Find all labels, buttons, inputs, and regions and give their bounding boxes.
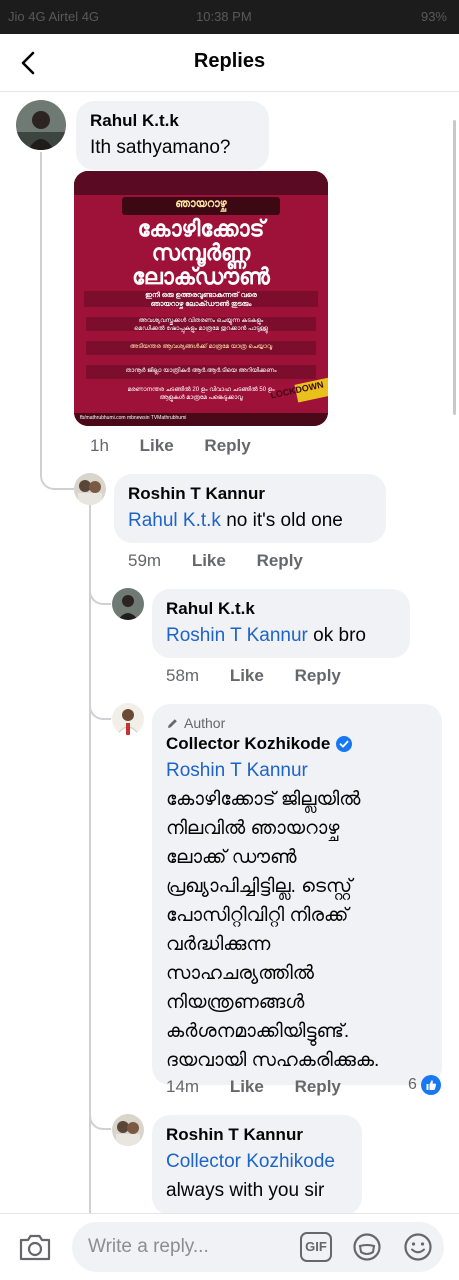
comment-actions: 58m Like Reply	[166, 666, 367, 686]
sticker-icon[interactable]	[352, 1232, 382, 1262]
comment-body: no it's old one	[220, 510, 343, 531]
comment-text: Roshin T Kannur ok bro	[166, 621, 396, 650]
comment-bubble: Roshin T Kannur Rahul K.t.k no it's old …	[114, 474, 386, 543]
thread-line	[89, 1110, 111, 1130]
like-button[interactable]: Like	[230, 666, 264, 685]
battery-text: 93%	[420, 9, 447, 24]
mention-link[interactable]: Rahul K.t.k	[128, 510, 221, 531]
status-bar: Jio 4G Airtel 4G 10:38 PM 93%	[0, 0, 459, 34]
comment-time: 58m	[166, 666, 200, 685]
comment-line: ദയവായി സഹകരിക്കുക.	[166, 1050, 380, 1071]
carrier-text: Jio 4G Airtel 4G	[8, 9, 100, 24]
reply-input[interactable]: Write a reply... GIF	[72, 1222, 444, 1272]
commenter-name[interactable]: Rahul K.t.k	[90, 109, 255, 133]
reply-button[interactable]: Reply	[295, 1077, 341, 1096]
like-button[interactable]: Like	[192, 551, 226, 570]
poster-rule-2: അടിയന്തര ആവശ്യങ്ങൾക്ക് മാത്രമേ യാത്ര ചെയ…	[129, 344, 273, 350]
clock-text: 10:38 PM	[196, 9, 252, 24]
poster-rule-3: താനൂർ ജില്ലാ യാത്രികർ ആർ.ആർ.ടിയെ അറിയിക്…	[125, 368, 277, 374]
comment-actions: 59m Like Reply	[128, 551, 329, 571]
poster-top-label: ഞായറാഴ്ച	[175, 198, 227, 210]
reaction-summary[interactable]: 6	[408, 1075, 441, 1095]
comment-line: ലോക്ക് ഡൗൺ	[166, 847, 297, 868]
reply-button[interactable]: Reply	[257, 551, 303, 570]
comment-text: Ith sathyamano?	[90, 137, 231, 158]
comment-line: സാഹചര്യത്തിൽ	[166, 963, 314, 984]
comment-line: വർദ്ധിക്കുന്ന	[166, 934, 271, 955]
comment-line: കോഴിക്കോട് ജില്ലയിൽ	[166, 789, 361, 810]
comment-line: പോസിറ്റിവിറ്റി നിരക്ക്	[166, 905, 349, 926]
reply-placeholder: Write a reply...	[88, 1236, 209, 1257]
avatar[interactable]	[16, 100, 66, 150]
thread-line	[89, 700, 111, 720]
comment-line: നിലവിൽ ഞായറാഴ്ച	[166, 818, 340, 839]
page-title: Replies	[193, 50, 266, 72]
commenter-name[interactable]: Roshin T Kannur	[128, 482, 372, 506]
camera-icon[interactable]	[18, 1232, 52, 1262]
reply-button[interactable]: Reply	[204, 436, 250, 455]
gif-icon: GIF	[305, 1239, 327, 1254]
comment-text: always with you sir	[166, 1180, 325, 1201]
avatar[interactable]	[74, 473, 106, 505]
mention-link[interactable]: Roshin T Kannur	[166, 756, 428, 785]
comment-bubble: Author Collector Kozhikode Roshin T Kann…	[152, 704, 442, 1085]
author-label: Author	[184, 715, 226, 731]
commenter-name-row: Collector Kozhikode	[166, 732, 428, 756]
commenter-name[interactable]: Roshin T Kannur	[166, 1123, 348, 1147]
verified-badge-icon	[336, 736, 353, 752]
comment-actions: 14m Like Reply	[166, 1077, 367, 1097]
header: Replies	[0, 34, 459, 92]
thread-line	[89, 585, 111, 605]
poster-rule-1b: മെഡിക്കൽ ഷോപ്പുകളും മാത്രമേ തുറക്കാൻ പാട…	[134, 326, 268, 332]
mention-link[interactable]: Collector Kozhikode	[166, 1147, 348, 1176]
comment-text: Rahul K.t.k no it's old one	[128, 506, 372, 535]
poster-headline-1: കോഴിക്കോട്	[137, 216, 265, 241]
comment-actions: 1h Like Reply	[90, 436, 277, 456]
thread-line	[40, 470, 74, 490]
poster-headline-3: ലോക്ഡൗൺ	[132, 264, 270, 289]
poster-headline-2: സമ്പൂർണ്ണ	[151, 240, 251, 265]
attached-image[interactable]: ഞായറാഴ്ച കോഴിക്കോട് സമ്പൂർണ്ണ ലോക്ഡൗൺ ഇന…	[74, 171, 328, 426]
author-badge: Author	[166, 714, 428, 732]
commenter-name[interactable]: Rahul K.t.k	[166, 597, 396, 621]
avatar[interactable]	[112, 588, 144, 620]
comment-body: ok bro	[307, 625, 366, 646]
comment-bubble: Rahul K.t.k Ith sathyamano?	[76, 101, 269, 170]
like-button[interactable]: Like	[140, 436, 174, 455]
poster-footer: fb/mathrubhumi.com mbnewsin TVMathrubhum…	[80, 415, 187, 421]
comment-bubble: Rahul K.t.k Roshin T Kannur ok bro	[152, 589, 410, 658]
thread-line	[89, 505, 91, 1213]
thread-line	[40, 152, 42, 472]
poster-rule-1: അവശ്യവസ്തുക്കൾ വിതരണം ചെയ്യുന്ന കടകളും	[138, 318, 264, 324]
commenter-name[interactable]: Collector Kozhikode	[166, 732, 330, 756]
comment-bubble: Roshin T Kannur Collector Kozhikode alwa…	[152, 1115, 362, 1215]
pencil-icon	[168, 718, 177, 728]
comment-line: കർശനമാക്കിയിട്ടുണ്ട്.	[166, 1021, 350, 1042]
reply-button[interactable]: Reply	[295, 666, 341, 685]
mention-link[interactable]: Roshin T Kannur	[166, 625, 308, 646]
comment-time: 1h	[90, 436, 109, 455]
reply-composer: Write a reply... GIF	[0, 1213, 459, 1280]
poster-subtitle-1: ഇനി ഒരു ഉത്തരവുണ്ടാകുന്നത് വരെ	[145, 292, 257, 299]
emoji-icon[interactable]	[403, 1232, 433, 1262]
comment-time: 14m	[166, 1077, 200, 1096]
avatar[interactable]	[112, 1114, 144, 1146]
comment-time: 59m	[128, 551, 162, 570]
poster-subtitle-2: ഞായറാഴ്ച ലോക്ഡൗൺ തുടരും	[150, 301, 252, 308]
avatar[interactable]	[112, 703, 144, 735]
like-button[interactable]: Like	[230, 1077, 264, 1096]
like-reaction-icon	[420, 1075, 441, 1095]
reaction-count: 6	[408, 1076, 417, 1093]
comment-line: പ്രഖ്യാപിച്ചിട്ടില്ല. ടെസ്റ്റ്	[166, 876, 353, 897]
scrollbar[interactable]	[453, 120, 456, 415]
gif-button[interactable]: GIF	[300, 1232, 332, 1262]
comment-line: നിയന്ത്രണങ്ങൾ	[166, 992, 305, 1013]
